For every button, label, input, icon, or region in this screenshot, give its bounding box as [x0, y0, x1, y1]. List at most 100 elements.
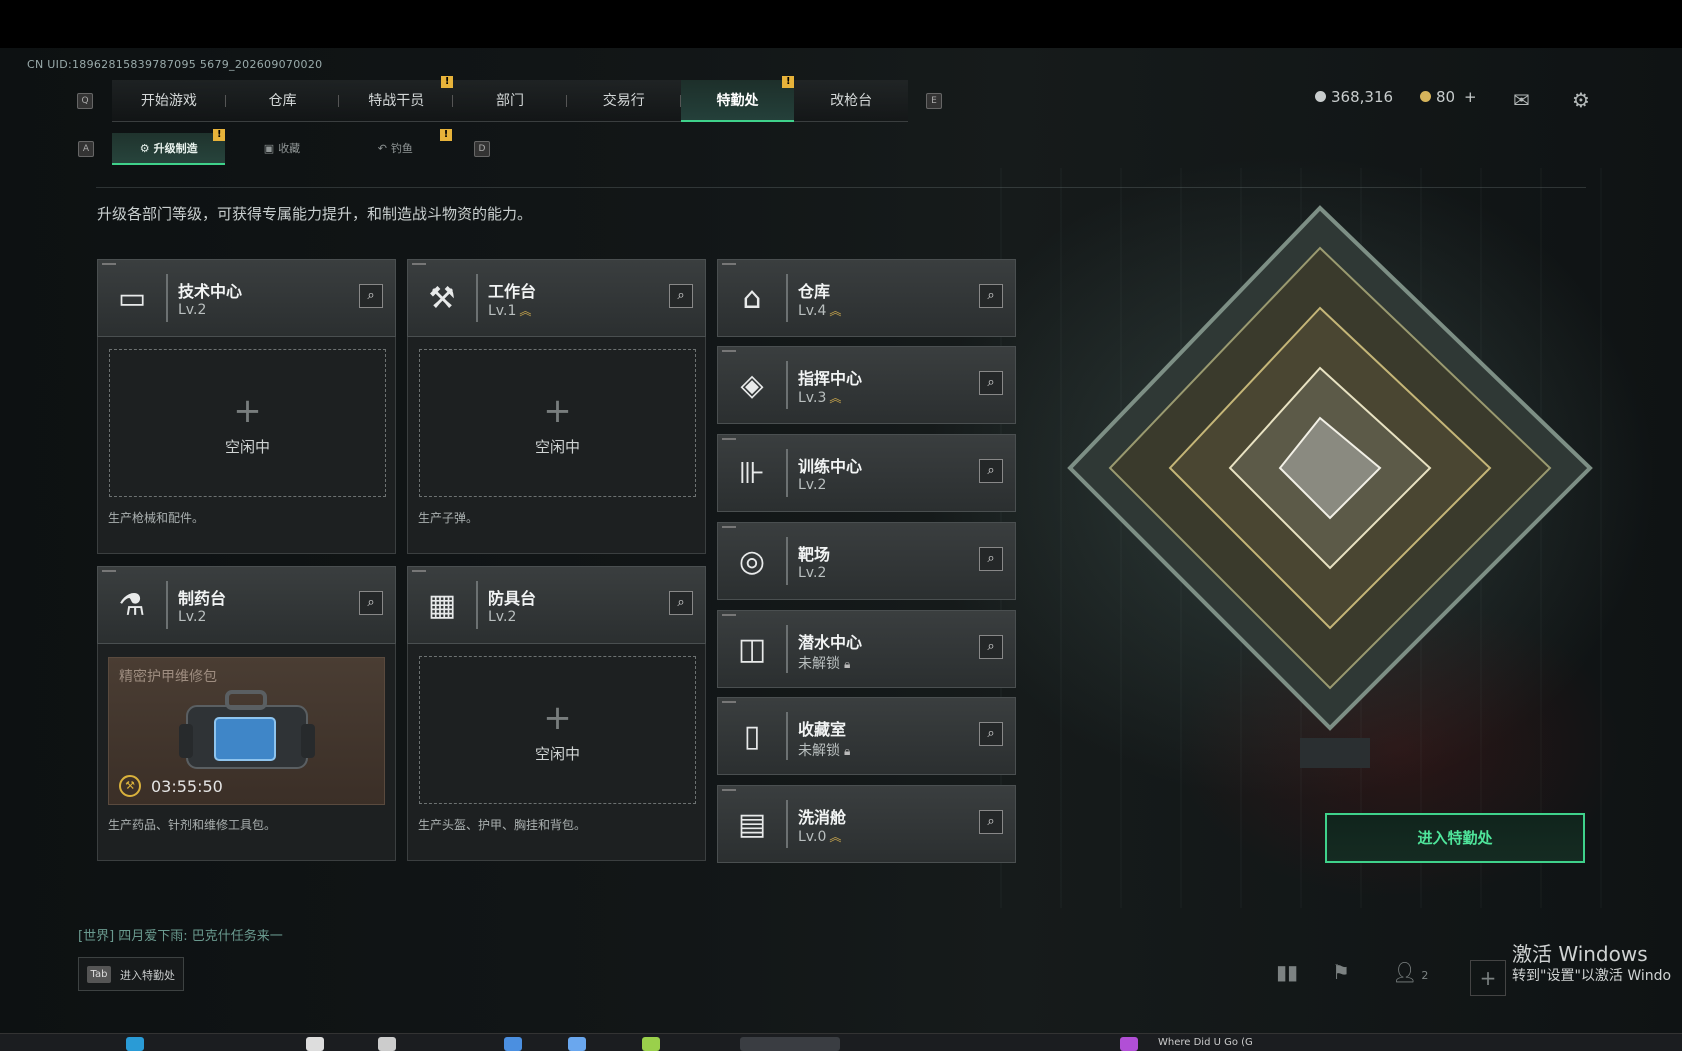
gear-icon[interactable]: ⚙ — [1572, 88, 1590, 112]
taskbar-app-icon[interactable] — [378, 1037, 396, 1051]
collection-icon: ▣ — [263, 142, 275, 155]
taskbar-app-icon[interactable] — [568, 1037, 586, 1051]
search-icon[interactable]: ⌕ — [669, 284, 693, 308]
card-level: Lv.2 — [798, 477, 826, 493]
card-name: 洗消舱 — [798, 808, 847, 827]
taskbar-active-app[interactable] — [740, 1037, 840, 1051]
tab-label: 特勤处 — [716, 93, 759, 109]
taskbar-app-icon[interactable] — [504, 1037, 522, 1051]
friends-icon[interactable]: 👤︎ 2 — [1392, 960, 1428, 984]
silver-currency: 368,316 — [1315, 88, 1393, 106]
search-icon[interactable]: ⌕ — [359, 591, 383, 615]
armor-repair-kit-image — [179, 690, 315, 769]
subtab-upgrade-craft[interactable]: ⚙ 升级制造 ! — [112, 129, 226, 165]
taskbar-app-icon[interactable] — [642, 1037, 660, 1051]
timer-icon: ⚒ — [119, 775, 141, 797]
card-level-value: Lv.3 — [798, 390, 827, 406]
taskbar-app-icon[interactable] — [306, 1037, 324, 1051]
search-icon[interactable]: ⌕ — [979, 722, 1003, 746]
department-card-tech-center[interactable]: ▭ 技术中心 Lv.2 ⌕ — [97, 259, 396, 337]
enter-special-services-button[interactable]: 进入特勤处 — [1325, 813, 1585, 863]
card-level-value: Lv.4 — [798, 303, 827, 319]
tab-trading[interactable]: 交易行 — [567, 80, 681, 122]
os-taskbar: Where Did U Go (G — [0, 1033, 1682, 1051]
card-divider — [476, 581, 478, 629]
upgrade-arrow-icon: ︽ — [829, 391, 842, 405]
card-divider — [786, 537, 788, 585]
panel-description: 生产子弹。 — [418, 511, 479, 525]
card-tag — [102, 263, 116, 265]
search-icon[interactable]: ⌕ — [979, 635, 1003, 659]
tab-start-game[interactable]: 开始游戏 — [112, 80, 226, 122]
training-center-icon: ⊪ — [738, 455, 766, 491]
search-icon[interactable]: ⌕ — [979, 547, 1003, 571]
mail-icon[interactable]: ✉ — [1513, 88, 1530, 112]
search-icon[interactable]: ⌕ — [979, 459, 1003, 483]
card-divider — [786, 625, 788, 673]
card-level: 未解锁 🔒︎ — [798, 653, 850, 673]
add-friend-button[interactable]: + — [1470, 960, 1506, 996]
department-card-training-center[interactable]: ⊪ 训练中心 Lv.2 ⌕ — [717, 434, 1016, 512]
silver-amount: 368,316 — [1331, 88, 1394, 106]
idle-slot[interactable]: + 空闲中 — [109, 349, 386, 497]
card-divider — [786, 274, 788, 322]
card-tag — [412, 570, 426, 572]
card-level: Lv.0 ︽ — [798, 828, 841, 845]
tab-label: 改枪台 — [830, 93, 873, 109]
department-card-diving-center[interactable]: ◫ 潜水中心 未解锁 🔒︎ ⌕ — [717, 610, 1016, 688]
search-icon[interactable]: ⌕ — [979, 810, 1003, 834]
search-icon[interactable]: ⌕ — [979, 284, 1003, 308]
card-level-value: Lv.2 — [178, 302, 207, 318]
cube-artwork — [1067, 205, 1593, 768]
idle-slot[interactable]: + 空闲中 — [419, 656, 696, 804]
taskbar-app-icon[interactable] — [126, 1037, 144, 1051]
tab-department[interactable]: 部门 — [453, 80, 567, 122]
department-card-decon-chamber[interactable]: ▤ 洗消舱 Lv.0 ︽ ⌕ — [717, 785, 1016, 863]
tab-hint-button[interactable]: Tab 进入特勤处 — [78, 957, 184, 991]
department-card-shooting-range[interactable]: ◎ 靶场 Lv.2 ⌕ — [717, 522, 1016, 600]
notification-badge: ! — [441, 76, 454, 88]
add-currency-button[interactable]: + — [1464, 88, 1477, 106]
department-card-command-center[interactable]: ◈ 指挥中心 Lv.3 ︽ ⌕ — [717, 346, 1016, 424]
subtab-label: 收藏 — [278, 142, 301, 155]
department-card-armor-bench[interactable]: ▦ 防具台 Lv.2 ⌕ — [407, 566, 706, 644]
world-chat-message[interactable]: [世界] 四月爱下雨: 巴克什任务来一 — [78, 925, 283, 944]
panel-description: 生产药品、针剂和维修工具包。 — [108, 818, 277, 832]
search-icon[interactable]: ⌕ — [979, 371, 1003, 395]
tab-operators[interactable]: 特战干员 ! — [339, 76, 454, 122]
crafting-item-card[interactable]: 精密护甲维修包 ⚒ 03:55:50 — [108, 657, 385, 805]
subtab-fishing[interactable]: ↶ 钓鱼 ! — [339, 129, 452, 165]
decon-chamber-icon: ▤ — [737, 806, 767, 842]
department-card-pharmacy[interactable]: ⚗ 制药台 Lv.2 ⌕ — [97, 566, 396, 644]
tab-warehouse[interactable]: 仓库 — [226, 80, 340, 122]
search-icon[interactable]: ⌕ — [359, 284, 383, 308]
tab-gunsmith[interactable]: 改枪台 — [794, 80, 908, 122]
taskbar-app-icon[interactable] — [1120, 1037, 1138, 1051]
flag-icon[interactable]: ⚑ — [1332, 960, 1350, 984]
windows-activation-watermark: 激活 Windows — [1512, 942, 1648, 966]
sub-nav: ⚙ 升级制造 ! ▣ 收藏 ↶ 钓鱼 ! — [112, 129, 452, 165]
card-level: Lv.3 ︽ — [798, 389, 841, 406]
card-tag — [722, 789, 736, 791]
search-icon[interactable]: ⌕ — [669, 591, 693, 615]
subtab-collection[interactable]: ▣ 收藏 — [225, 133, 338, 165]
tab-special-services[interactable]: 特勤处 ! — [680, 76, 795, 122]
idle-slot[interactable]: + 空闲中 — [419, 349, 696, 497]
department-card-workbench[interactable]: ⚒ 工作台 Lv.1 ︽ ⌕ — [407, 259, 706, 337]
card-level-value: Lv.2 — [178, 609, 207, 625]
upgrade-arrow-icon: ︽ — [519, 304, 532, 318]
player-uid: CN UID:18962815839787095 5679_2026090700… — [27, 58, 323, 71]
crafting-timer: 03:55:50 — [151, 777, 223, 796]
card-level-value: Lv.1 — [488, 303, 517, 319]
card-level: Lv.2 — [178, 302, 206, 318]
card-level: Lv.4 ︽ — [798, 302, 841, 319]
collection-room-icon: ▯ — [743, 718, 761, 754]
card-tag — [412, 263, 426, 265]
taskbar-media-title[interactable]: Where Did U Go (G — [1158, 1037, 1253, 1048]
card-name: 靶场 — [798, 545, 831, 564]
diving-center-icon: ◫ — [737, 631, 767, 667]
notification-badge: ! — [782, 76, 795, 88]
department-card-warehouse[interactable]: ⌂ 仓库 Lv.4 ︽ ⌕ — [717, 259, 1016, 337]
stats-icon[interactable]: ▮▮ — [1276, 960, 1298, 984]
department-card-collection-room[interactable]: ▯ 收藏室 未解锁 🔒︎ ⌕ — [717, 697, 1016, 775]
